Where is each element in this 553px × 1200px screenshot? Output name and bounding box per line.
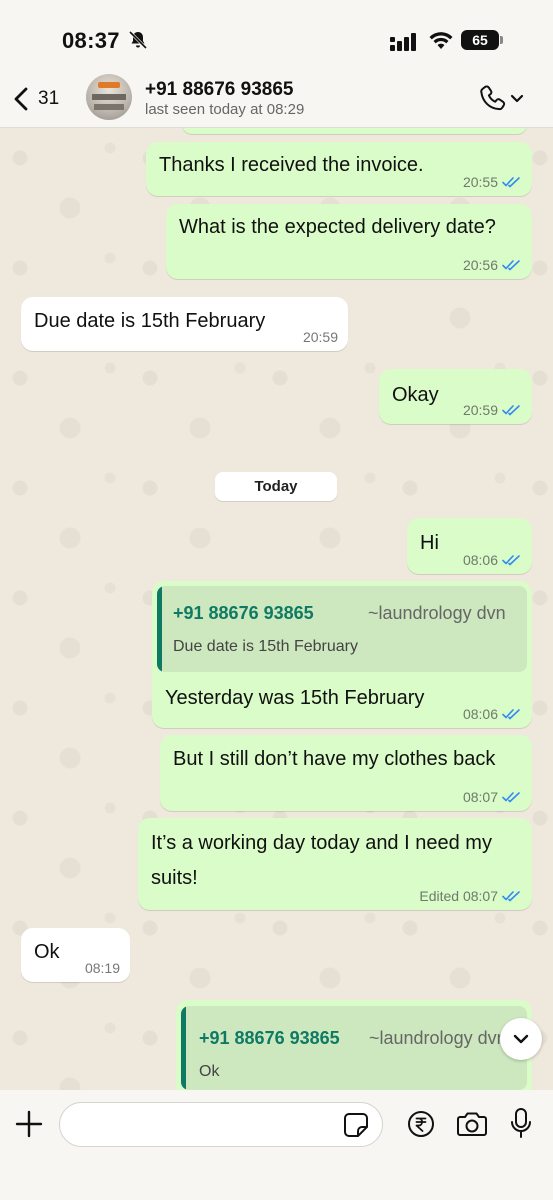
microphone-button[interactable] xyxy=(509,1107,533,1139)
message-text: Yesterday was 15th February xyxy=(165,687,425,709)
message-text-line-1: It’s a working day today and I need my xyxy=(151,832,492,854)
message-text: Thanks I received the invoice. xyxy=(159,154,424,176)
message-time: Edited 08:07 xyxy=(419,888,498,904)
avatar[interactable] xyxy=(86,74,132,120)
double-check-icon xyxy=(502,792,520,803)
message-meta: 08:06 xyxy=(463,552,522,568)
quote-accent-bar xyxy=(157,586,162,672)
message-time: 20:59 xyxy=(462,402,498,418)
message-input[interactable] xyxy=(59,1102,383,1147)
contact-name[interactable]: +91 88676 93865 xyxy=(145,79,293,101)
camera-button[interactable] xyxy=(456,1111,488,1137)
bell-off-icon xyxy=(128,30,148,50)
message-text: Due date is 15th February xyxy=(34,310,266,332)
message-bubble-outgoing[interactable]: What is the expected delivery date? 20:5… xyxy=(166,204,532,279)
double-check-icon xyxy=(502,891,520,902)
back-button[interactable]: 31 xyxy=(12,84,72,114)
message-bubble-outgoing[interactable]: Okay 20:59 xyxy=(379,369,532,424)
message-time: 20:56 xyxy=(462,257,498,273)
status-bar: 08:37 65 xyxy=(0,0,553,70)
message-text: Hi xyxy=(420,532,439,554)
back-chevron-icon xyxy=(12,86,30,112)
battery-indicator: 65 xyxy=(461,30,503,50)
double-check-icon xyxy=(502,555,520,566)
message-bubble-outgoing[interactable]: It’s a working day today and I need my s… xyxy=(138,818,532,910)
message-bubble-outgoing[interactable]: Thanks I received the invoice. 20:55 xyxy=(146,142,532,196)
last-seen-status: last seen today at 08:29 xyxy=(145,101,305,118)
message-bubble-reply[interactable]: +91 88676 93865 ~laundrology dvn Due dat… xyxy=(152,581,532,728)
message-meta: Edited 08:07 xyxy=(419,888,522,904)
signal-icon xyxy=(390,33,420,51)
quote-sender: +91 88676 93865 xyxy=(199,1028,340,1048)
message-time: 20:59 xyxy=(302,329,338,345)
phone-icon xyxy=(480,85,506,111)
message-bubble-incoming[interactable]: Ok 08:19 xyxy=(21,928,130,982)
message-bubble-partial xyxy=(182,128,527,134)
message-bubble-reply[interactable]: +91 88676 93865 ~laundrology dvn Ok xyxy=(176,1000,532,1090)
message-meta: 08:06 xyxy=(463,706,522,722)
message-bubble-outgoing[interactable]: Hi 08:06 xyxy=(407,518,532,574)
double-check-icon xyxy=(502,177,520,188)
double-check-icon xyxy=(502,405,520,416)
day-separator: Today xyxy=(215,472,337,501)
message-meta: 20:59 xyxy=(463,402,522,418)
sticker-button[interactable] xyxy=(343,1112,369,1138)
quoted-message[interactable]: +91 88676 93865 ~laundrology dvn Due dat… xyxy=(157,586,527,672)
chat-header: 31 +91 88676 93865 last seen today at 08… xyxy=(0,70,553,128)
status-time: 08:37 xyxy=(62,28,120,53)
microphone-icon xyxy=(511,1108,531,1138)
scroll-to-bottom-button[interactable] xyxy=(500,1018,542,1060)
quoted-message[interactable]: +91 88676 93865 ~laundrology dvn Ok xyxy=(181,1006,527,1090)
rupee-icon xyxy=(408,1111,434,1137)
message-text: Okay xyxy=(392,384,439,406)
camera-icon xyxy=(457,1112,487,1136)
message-meta: 20:59 xyxy=(303,329,338,345)
message-text-line-2: suits! xyxy=(151,867,198,889)
chat-area[interactable]: Thanks I received the invoice. 20:55 Wha… xyxy=(0,128,553,1090)
message-time: 08:06 xyxy=(462,706,498,722)
quote-sender: +91 88676 93865 xyxy=(173,603,314,623)
attach-button[interactable] xyxy=(15,1110,43,1138)
plus-icon xyxy=(15,1110,43,1138)
message-time: 08:06 xyxy=(462,552,498,568)
quote-text: Ok xyxy=(199,1063,220,1080)
composer-bar xyxy=(0,1090,553,1200)
double-check-icon xyxy=(502,260,520,271)
quote-alias: ~laundrology dvn xyxy=(368,603,506,623)
message-text: Ok xyxy=(34,941,60,963)
quote-alias: ~laundrology dvn xyxy=(369,1028,507,1048)
message-meta: 08:19 xyxy=(85,960,120,976)
message-time: 20:55 xyxy=(462,174,498,190)
message-text: What is the expected delivery date? xyxy=(179,216,496,238)
payment-button[interactable] xyxy=(407,1110,435,1138)
double-check-icon xyxy=(502,709,520,720)
quote-accent-bar xyxy=(181,1006,186,1090)
message-meta: 20:56 xyxy=(463,257,522,273)
message-text: But I still don’t have my clothes back xyxy=(173,748,496,770)
message-meta: 08:07 xyxy=(463,789,522,805)
sticker-icon xyxy=(344,1113,368,1137)
message-time: 08:19 xyxy=(84,960,120,976)
wifi-icon xyxy=(428,30,454,50)
message-bubble-outgoing[interactable]: But I still don’t have my clothes back 0… xyxy=(160,735,532,811)
unread-count: 31 xyxy=(38,88,60,109)
message-time: 08:07 xyxy=(462,789,498,805)
quote-text: Due date is 15th February xyxy=(173,638,358,655)
chevron-down-icon xyxy=(510,94,524,103)
message-bubble-incoming[interactable]: Due date is 15th February 20:59 xyxy=(21,297,348,351)
message-meta: 20:55 xyxy=(463,174,522,190)
call-button[interactable] xyxy=(478,84,528,114)
chevron-down-icon xyxy=(513,1034,529,1044)
